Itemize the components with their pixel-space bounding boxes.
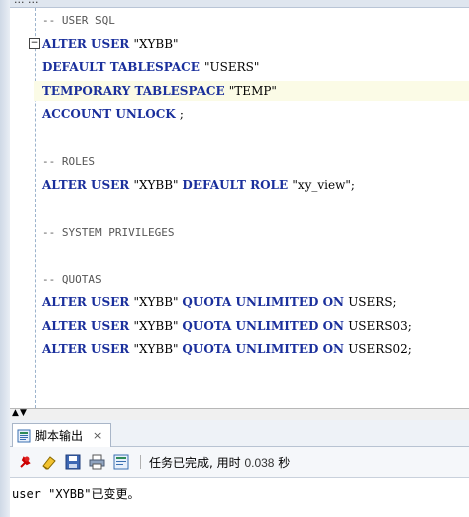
- sql-text: USERS;: [348, 295, 397, 309]
- fold-collapse-icon[interactable]: −: [29, 38, 40, 49]
- save-icon[interactable]: [64, 453, 82, 471]
- output-message: user "XYBB"已变更。: [12, 487, 140, 501]
- top-tab-fragment: ... ...: [14, 0, 38, 6]
- script-output-icon: [17, 429, 31, 442]
- tab-script-output[interactable]: 脚本输出 ×: [12, 423, 112, 447]
- code-line[interactable]: ALTER USER "XYBB": [42, 34, 179, 54]
- code-line[interactable]: ALTER USER "XYBB" QUOTA UNLIMITED ON USE…: [42, 339, 412, 359]
- fold-guide: [35, 8, 36, 408]
- status-text: 任务已完成, 用时: [149, 455, 245, 470]
- sql-keyword: ACCOUNT UNLOCK: [42, 107, 180, 121]
- sql-comment: -- ROLES: [42, 155, 95, 168]
- sql-comment: -- SYSTEM PRIVILEGES: [42, 225, 175, 239]
- sql-keyword: ALTER USER: [42, 177, 134, 192]
- sql-text: USERS03;: [348, 318, 412, 333]
- output-tab-row: 脚本输出 ×: [10, 420, 469, 447]
- code-line[interactable]: ACCOUNT UNLOCK ;: [42, 104, 184, 124]
- sql-text: "xy_view";: [292, 177, 355, 192]
- sql-comment: -- QUOTAS: [42, 272, 102, 286]
- code-line[interactable]: ALTER USER "XYBB" QUOTA UNLIMITED ON USE…: [42, 316, 412, 336]
- sql-keyword: QUOTA UNLIMITED ON: [182, 342, 349, 356]
- splitter-up-arrow-icon[interactable]: ▲: [12, 408, 19, 418]
- sql-keyword: ALTER USER: [42, 295, 134, 309]
- sql-keyword: ALTER USER: [42, 36, 134, 51]
- sql-text: ;: [179, 107, 184, 121]
- task-status: 任务已完成, 用时 0.038 秒: [149, 454, 290, 471]
- sql-text: "XYBB": [133, 342, 183, 356]
- code-line[interactable]: -- SYSTEM PRIVILEGES: [42, 222, 174, 242]
- tab-script-output-label: 脚本输出: [35, 429, 84, 443]
- close-icon[interactable]: ×: [93, 429, 102, 442]
- code-line[interactable]: -- QUOTAS: [42, 269, 102, 289]
- status-unit: 秒: [274, 455, 291, 470]
- output-toolbar: 任务已完成, 用时 0.038 秒: [10, 447, 469, 478]
- sql-editor[interactable]: − -- USER SQL ALTER USER "XYBB" DEFAULT TA…: [10, 8, 469, 408]
- code-line[interactable]: TEMPORARY TABLESPACE "TEMP": [34, 80, 469, 101]
- output-area[interactable]: user "XYBB"已变更。: [10, 478, 469, 517]
- eraser-icon[interactable]: [40, 453, 58, 471]
- status-time: 0.038: [244, 455, 275, 470]
- sql-text: "XYBB": [133, 318, 183, 333]
- sql-text: USERS02;: [348, 342, 412, 356]
- code-line[interactable]: DEFAULT TABLESPACE "USERS": [42, 57, 259, 77]
- print-icon[interactable]: [88, 453, 106, 471]
- code-line[interactable]: ALTER USER "XYBB" QUOTA UNLIMITED ON USE…: [42, 292, 397, 312]
- script-icon[interactable]: [112, 453, 130, 471]
- code-line[interactable]: -- USER SQL: [42, 10, 115, 30]
- code-line[interactable]: -- ROLES: [42, 151, 95, 171]
- sql-text: "TEMP": [228, 83, 277, 98]
- sql-text: "XYBB": [133, 36, 179, 51]
- sql-keyword: ALTER USER: [42, 318, 134, 333]
- sql-keyword: TEMPORARY TABLESPACE: [42, 83, 229, 98]
- sql-keyword: QUOTA UNLIMITED ON: [182, 295, 349, 309]
- top-tab-strip: ... ...: [10, 0, 469, 8]
- sql-text: "USERS": [204, 60, 260, 74]
- code-line[interactable]: ALTER USER "XYBB" DEFAULT ROLE "xy_view"…: [42, 175, 355, 195]
- splitter-down-arrow-icon[interactable]: ▼: [20, 408, 27, 418]
- sql-text: "XYBB": [133, 295, 183, 309]
- sql-keyword: QUOTA UNLIMITED ON: [182, 318, 349, 333]
- sql-keyword: ALTER USER: [42, 342, 134, 356]
- pin-icon[interactable]: [16, 453, 34, 471]
- sql-keyword: DEFAULT TABLESPACE: [42, 60, 205, 74]
- toolbar-separator: [140, 455, 141, 469]
- sql-text: "XYBB": [133, 177, 183, 192]
- sql-comment: -- USER SQL: [42, 14, 115, 27]
- sql-keyword: DEFAULT ROLE: [182, 177, 293, 192]
